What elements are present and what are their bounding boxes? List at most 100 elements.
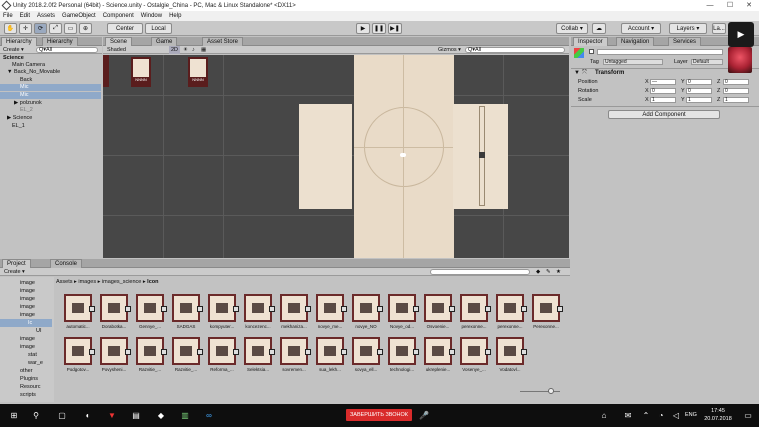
asset-item[interactable]: SADGAS: [168, 294, 204, 332]
hierarchy-item-el1[interactable]: EL_1: [0, 123, 101, 130]
asset-item[interactable]: ukreplenie...: [420, 337, 456, 375]
hand-tool-icon[interactable]: ✋: [4, 23, 17, 34]
tab-console[interactable]: Console: [50, 259, 83, 268]
rotation-x-field[interactable]: 0: [650, 88, 676, 94]
transform-foldout-icon[interactable]: ▼: [574, 70, 580, 76]
tag-dropdown[interactable]: Untagged: [603, 59, 663, 65]
menu-help[interactable]: Help: [169, 13, 181, 19]
tab-project[interactable]: Project: [2, 259, 31, 268]
folder-item[interactable]: UI: [0, 327, 52, 335]
add-component-button[interactable]: Add Component: [608, 110, 720, 119]
asset-item[interactable]: perexonne...: [492, 294, 528, 332]
notepad-icon[interactable]: ▥: [179, 409, 191, 421]
asset-item[interactable]: Osvoenie...: [420, 294, 456, 332]
project-search-input[interactable]: [430, 269, 530, 275]
asset-item[interactable]: Novye_od...: [384, 294, 420, 332]
folder-item[interactable]: image: [0, 335, 52, 343]
center-panel-sprite[interactable]: [354, 55, 454, 258]
menu-file[interactable]: File: [3, 13, 13, 19]
tab-navigation[interactable]: Navigation: [616, 37, 655, 46]
layout-dropdown[interactable]: La...: [712, 23, 726, 34]
filter-label-icon[interactable]: ✎: [546, 268, 551, 276]
folder-item[interactable]: image: [0, 343, 52, 351]
asset-item[interactable]: sovremen...: [276, 337, 312, 375]
effects-toggle-icon[interactable]: ▦: [201, 46, 206, 54]
gizmos-dropdown[interactable]: Gizmos ▾: [438, 46, 461, 54]
asset-item[interactable]: sovya_ell...: [348, 337, 384, 375]
layers-dropdown[interactable]: Layers ▾: [669, 23, 707, 34]
search-icon[interactable]: ⚲: [30, 409, 42, 421]
pivot-center-button[interactable]: Center: [107, 23, 143, 34]
scale-x-field[interactable]: 1: [650, 97, 676, 103]
asset-item[interactable]: technologi...: [384, 337, 420, 375]
gameobject-name-input[interactable]: [597, 49, 723, 55]
scene-search-input[interactable]: Q▾All: [465, 47, 565, 53]
folder-item[interactable]: image: [0, 287, 52, 295]
step-button[interactable]: ▶❚: [388, 23, 402, 34]
tab-scene[interactable]: Scene: [105, 37, 133, 46]
audio-toggle-icon[interactable]: ♪: [192, 46, 195, 54]
menu-gameobject[interactable]: GameObject: [62, 13, 96, 19]
pause-button[interactable]: ❚❚: [372, 23, 386, 34]
hierarchy-item-main-camera[interactable]: Main Camera: [0, 62, 101, 69]
shading-mode-dropdown[interactable]: Shaded: [107, 46, 126, 54]
end-call-button[interactable]: ЗАВЕРШИТЬ ЗВОНОК: [346, 409, 412, 421]
breadcrumb-assets[interactable]: Assets: [56, 279, 73, 285]
asset-item[interactable]: Gennye_...: [132, 294, 168, 332]
hierarchy-item-back-no-movable[interactable]: ▼ Back_No_Movable: [0, 69, 101, 76]
project-create-button[interactable]: Create ▾: [4, 268, 25, 276]
hierarchy-item-el2[interactable]: EL_2: [0, 107, 101, 114]
position-y-field[interactable]: 0: [686, 79, 712, 85]
asset-item[interactable]: Dorabotka...: [96, 294, 132, 332]
task-view-icon[interactable]: ▢: [56, 409, 68, 421]
collab-button[interactable]: Collab ▾: [556, 23, 588, 34]
folder-item-selected[interactable]: Ic: [0, 319, 52, 327]
scale-tool-icon[interactable]: ⤢: [49, 23, 62, 34]
filter-type-icon[interactable]: ◆: [536, 268, 540, 276]
favorite-icon[interactable]: ★: [556, 268, 561, 276]
tab-services[interactable]: Services: [668, 37, 702, 46]
hierarchy-search-input[interactable]: Q▾All: [36, 47, 98, 53]
pivot-handle[interactable]: [400, 153, 406, 157]
asset-item[interactable]: kompyuter...: [204, 294, 240, 332]
hierarchy-item-mic[interactable]: Mic: [0, 84, 101, 91]
rotation-z-field[interactable]: 0: [723, 88, 749, 94]
asset-item[interactable]: sua_lekh...: [312, 337, 348, 375]
folder-item[interactable]: Plugins: [0, 375, 52, 383]
folder-item[interactable]: image: [0, 279, 52, 287]
file-explorer-icon[interactable]: ▤: [130, 409, 142, 421]
video-camera-icon[interactable]: ▶: [728, 22, 754, 47]
breadcrumb-images[interactable]: images: [78, 279, 96, 285]
breadcrumb-icon[interactable]: Icon: [147, 279, 158, 285]
browser-icon[interactable]: ◐: [82, 409, 94, 421]
account-dropdown[interactable]: Account ▾: [621, 23, 661, 34]
position-x-field[interactable]: —: [650, 79, 676, 85]
slider-handle[interactable]: [479, 152, 485, 158]
left-panel-sprite[interactable]: [299, 104, 352, 209]
play-button[interactable]: ▶: [356, 23, 370, 34]
folder-item[interactable]: stat: [0, 351, 52, 359]
asset-item[interactable]: Selektsia...: [240, 337, 276, 375]
tab-inspector[interactable]: Inspector: [573, 37, 608, 46]
folder-item[interactable]: other: [0, 367, 52, 375]
asset-item[interactable]: perexonne...: [456, 294, 492, 332]
folder-item[interactable]: Resourc: [0, 383, 52, 391]
asset-item[interactable]: automatic...: [60, 294, 96, 332]
cloud-icon[interactable]: ☁: [592, 23, 606, 34]
transform-header[interactable]: Transform: [595, 70, 624, 76]
show-hidden-icons[interactable]: ⌃: [640, 409, 652, 421]
asset-item[interactable]: Povysheni...: [96, 337, 132, 375]
folder-item[interactable]: war_e: [0, 359, 52, 367]
tab-asset-store[interactable]: Asset Store: [202, 37, 244, 46]
rotate-tool-icon[interactable]: ⟳: [34, 23, 47, 34]
menu-component[interactable]: Component: [103, 13, 134, 19]
close-button[interactable]: ✕: [739, 0, 759, 11]
scene-viewport[interactable]: NNNN NNNN: [103, 55, 569, 258]
active-checkbox[interactable]: [589, 49, 594, 54]
chat-icon[interactable]: ✉: [622, 409, 634, 421]
folder-item[interactable]: image: [0, 303, 52, 311]
asset-item[interactable]: koncezenc...: [240, 294, 276, 332]
position-z-field[interactable]: 0: [723, 79, 749, 85]
notifications-icon[interactable]: ▭: [742, 409, 754, 421]
pivot-local-button[interactable]: Local: [145, 23, 172, 34]
